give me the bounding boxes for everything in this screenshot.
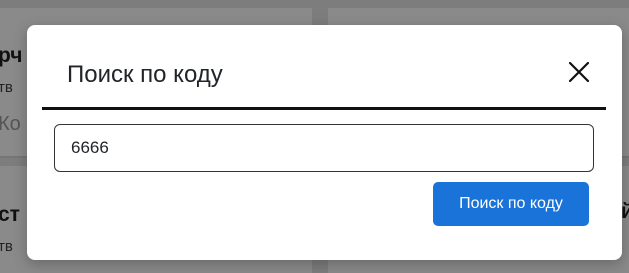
- background-heading: рч: [0, 44, 23, 67]
- background-heading: ст: [0, 203, 20, 226]
- close-icon: [568, 61, 590, 83]
- background-subtext: тв: [0, 238, 13, 255]
- modal-title: Поиск по коду: [67, 61, 223, 88]
- code-input[interactable]: [54, 124, 594, 172]
- header-divider: [42, 107, 606, 110]
- search-by-code-button[interactable]: Поиск по коду: [433, 182, 589, 226]
- search-by-code-modal: Поиск по коду Поиск по коду: [27, 25, 622, 260]
- background-subtext: тв: [0, 79, 13, 96]
- close-button[interactable]: [566, 59, 592, 85]
- background-heading: й: [621, 200, 629, 223]
- background-faint-text: Ко: [0, 113, 21, 135]
